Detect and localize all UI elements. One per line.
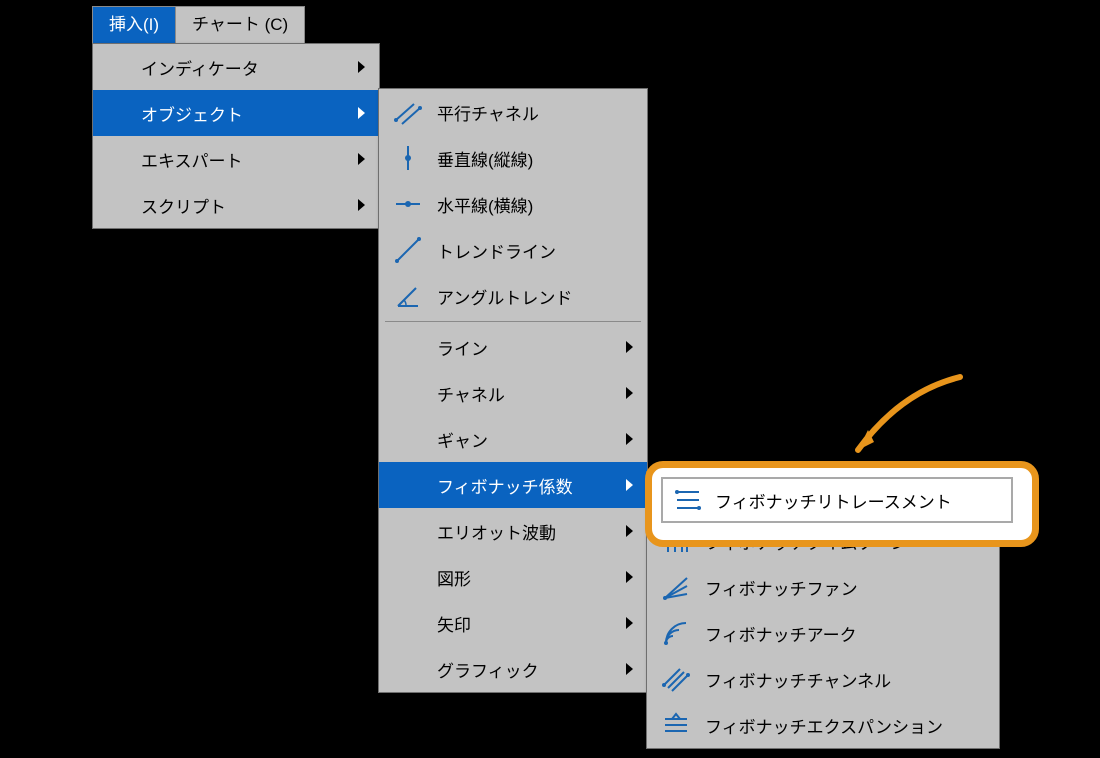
fibo-arc[interactable]: フィボナッチアーク	[647, 610, 999, 656]
fibo-channel[interactable]: フィボナッチチャンネル	[647, 656, 999, 702]
menu-item-label: グラフィック	[437, 657, 631, 682]
obj-trend-line[interactable]: トレンドライン	[379, 227, 647, 273]
fibo-timezone[interactable]: フィボナッチタイムゾーン	[647, 518, 999, 564]
fibo-retracement-highlight[interactable]: フィボナッチリトレースメント	[661, 477, 1013, 523]
obj-horizontal-line[interactable]: 水平線(横線)	[379, 181, 647, 227]
menu-item-label: アングルトレンド	[437, 284, 631, 309]
menu-item-label: フィボナッチタイムゾーン	[705, 529, 983, 554]
menu-item-label: エキスパート	[141, 147, 363, 172]
obj-cat-fibonacci[interactable]: フィボナッチ係数	[379, 462, 647, 508]
menu-item-label: フィボナッチエクスパンション	[705, 713, 983, 738]
tab-insert[interactable]: 挿入(I)	[93, 7, 176, 43]
menu-item-label: トレンドライン	[437, 238, 631, 263]
menu-item-label: 図形	[437, 565, 631, 590]
menu-item-label: エリオット波動	[437, 519, 631, 544]
menu-item-label: チャネル	[437, 381, 631, 406]
angle-trend-icon	[393, 281, 423, 311]
menu-item-label: 矢印	[437, 611, 631, 636]
menu-item-label: オブジェクト	[141, 101, 363, 126]
obj-angle-trend[interactable]: アングルトレンド	[379, 273, 647, 319]
fibo-expansion[interactable]: フィボナッチエクスパンション	[647, 702, 999, 748]
menu-item-label: スクリプト	[141, 193, 363, 218]
menu-item-label: 垂直線(縦線)	[437, 146, 631, 171]
menu-item-label: インディケータ	[141, 55, 363, 80]
obj-cat-arrows[interactable]: 矢印	[379, 600, 647, 646]
horizontal-line-icon	[393, 189, 423, 219]
separator	[385, 321, 641, 322]
fibo-fan-icon	[661, 572, 691, 602]
menu-item-label: フィボナッチ係数	[437, 473, 631, 498]
menu-item-label: フィボナッチアーク	[705, 621, 983, 646]
obj-cat-graphics[interactable]: グラフィック	[379, 646, 647, 692]
menu-item-label: ギャン	[437, 427, 631, 452]
obj-parallel-channel[interactable]: 平行チャネル	[379, 89, 647, 135]
menu-item-label: フィボナッチリトレースメント	[715, 488, 952, 513]
menu-item-label: フィボナッチファン	[705, 575, 983, 600]
menubar: 挿入(I) チャート (C)	[92, 6, 305, 44]
obj-cat-shapes[interactable]: 図形	[379, 554, 647, 600]
tab-chart[interactable]: チャート (C)	[176, 7, 304, 43]
obj-vertical-line[interactable]: 垂直線(縦線)	[379, 135, 647, 181]
vertical-line-icon	[393, 143, 423, 173]
callout-arrow-icon	[840, 372, 980, 472]
obj-cat-lines[interactable]: ライン	[379, 324, 647, 370]
obj-cat-elliott[interactable]: エリオット波動	[379, 508, 647, 554]
menu-item-label: フィボナッチチャンネル	[705, 667, 983, 692]
fibo-fan[interactable]: フィボナッチファン	[647, 564, 999, 610]
fibo-arc-icon	[661, 618, 691, 648]
trend-line-icon	[393, 235, 423, 265]
menu-scripts[interactable]: スクリプト	[93, 182, 379, 228]
menu-item-label: ライン	[437, 335, 631, 360]
menu-item-label: 水平線(横線)	[437, 192, 631, 217]
parallel-channel-icon	[393, 97, 423, 127]
insert-menu: インディケータ オブジェクト エキスパート スクリプト	[92, 43, 380, 229]
menu-objects[interactable]: オブジェクト	[93, 90, 379, 136]
fibo-retracement-icon	[673, 485, 703, 515]
menu-item-label: 平行チャネル	[437, 100, 631, 125]
obj-cat-channels[interactable]: チャネル	[379, 370, 647, 416]
fibo-channel-icon	[661, 664, 691, 694]
objects-menu: 平行チャネル 垂直線(縦線) 水平線(横線) トレンドライン アングルトレンド …	[378, 88, 648, 693]
menu-experts[interactable]: エキスパート	[93, 136, 379, 182]
fibo-timezone-icon	[661, 526, 691, 556]
fibo-expansion-icon	[661, 710, 691, 740]
obj-cat-gann[interactable]: ギャン	[379, 416, 647, 462]
menu-indicators[interactable]: インディケータ	[93, 44, 379, 90]
